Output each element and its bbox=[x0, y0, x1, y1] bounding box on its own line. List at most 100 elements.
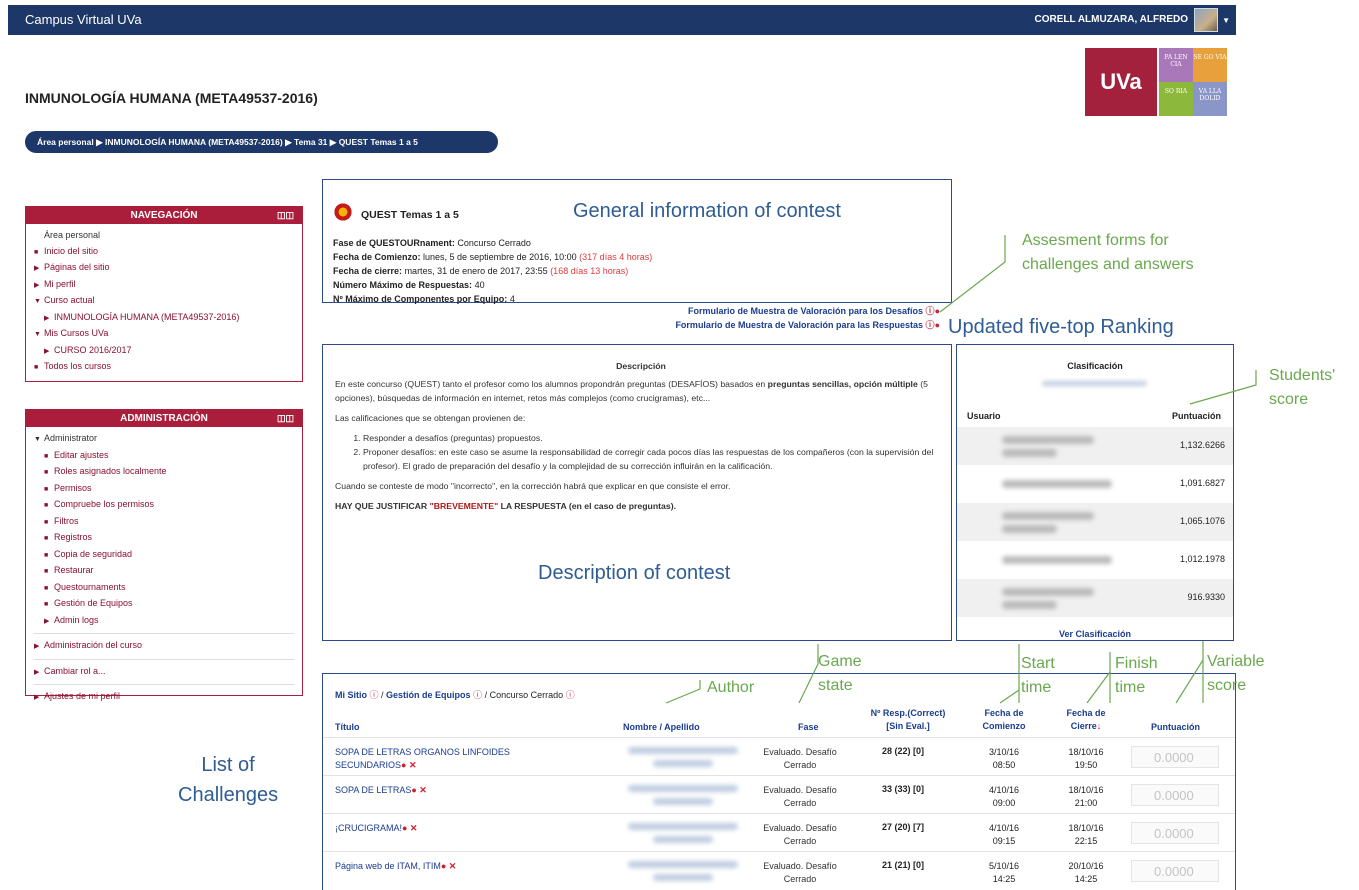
sidebar-item-marker-icon: ■ bbox=[44, 551, 49, 559]
sidebar-item[interactable]: ▶ Ajustes de mi perfil bbox=[34, 684, 294, 706]
col-title[interactable]: Título bbox=[335, 722, 360, 732]
challenge-score-field[interactable]: 0.0000 bbox=[1131, 860, 1219, 882]
ranking-row: 1,065.1076 bbox=[957, 503, 1233, 541]
sidebar-item[interactable]: ■ Gestión de Equipos bbox=[34, 596, 294, 613]
sidebar-item-label: Administrator bbox=[44, 433, 98, 443]
sidebar-item[interactable]: ■ Registros bbox=[34, 530, 294, 547]
sidebar-item[interactable]: ▼ Mis Cursos UVa bbox=[34, 326, 294, 343]
answer-form-link[interactable]: Formulario de Muestra de Valoración para… bbox=[675, 320, 923, 330]
user-name[interactable]: CORELL ALMUZARA, ALFREDO bbox=[1034, 14, 1188, 25]
site-brand-link[interactable]: Campus Virtual UVa bbox=[25, 12, 142, 27]
user-name-blurred bbox=[1002, 436, 1094, 444]
annotation-variable-score: Variable score bbox=[1207, 653, 1265, 694]
col-author[interactable]: Nombre / Apellido bbox=[623, 722, 700, 732]
user-menu-caret-icon[interactable]: ▼ bbox=[1222, 16, 1230, 25]
sidebar-item[interactable]: ■ Restaurar bbox=[34, 563, 294, 580]
sidebar-item[interactable]: ▶ Admin logs bbox=[34, 613, 294, 630]
sidebar-item-marker-icon: ▶ bbox=[44, 347, 50, 355]
help-icon[interactable]: ⓘ bbox=[370, 690, 379, 700]
sidebar-item[interactable]: Área personal bbox=[34, 228, 294, 244]
view-ranking-link[interactable]: Ver Clasificación bbox=[957, 629, 1233, 639]
sidebar-item[interactable]: ■ Copia de seguridad bbox=[34, 547, 294, 564]
sidebar-item[interactable]: ▶ Páginas del sitio bbox=[34, 260, 294, 277]
edit-delete-icons[interactable]: ● ✕ bbox=[402, 823, 417, 833]
contest-info-box: QUEST Temas 1 a 5 Fase de QUESTOURnament… bbox=[322, 179, 952, 304]
team-management-link[interactable]: Gestión de Equipos bbox=[386, 690, 471, 700]
breadcrumb-separator-icon: ▶ bbox=[96, 137, 105, 147]
edit-delete-icons[interactable]: ● ✕ bbox=[401, 760, 416, 770]
sidebar-item[interactable]: ■ Roles asignados localmente bbox=[34, 464, 294, 481]
sidebar-item[interactable]: ▶ Administración del curso bbox=[34, 633, 294, 655]
contest-state: Concurso Cerrado bbox=[489, 690, 564, 700]
author-name-blurred bbox=[628, 823, 738, 830]
sidebar-item[interactable]: ■ Inicio del sitio bbox=[34, 244, 294, 261]
sidebar-item[interactable]: ▶ CURSO 2016/2017 bbox=[34, 343, 294, 360]
sort-down-icon[interactable]: ↓ bbox=[1097, 721, 1102, 731]
sidebar-item[interactable]: ■ Editar ajustes bbox=[34, 448, 294, 465]
challenge-end-date: 18/10/16 22:15 bbox=[1068, 823, 1104, 846]
start-label: Fecha de Comienzo: bbox=[333, 252, 421, 262]
sidebar-item[interactable]: ▼ Administrator bbox=[34, 431, 294, 448]
description-heading: Descripción bbox=[616, 361, 666, 371]
annotation-assessment-forms: Assesment forms for challenges and answe… bbox=[1022, 232, 1194, 273]
challenge-form-link[interactable]: Formulario de Muestra de Valoración para… bbox=[688, 306, 923, 316]
col-score[interactable]: Puntuación bbox=[1151, 722, 1200, 732]
challenge-end-date: 20/10/16 14:25 bbox=[1068, 861, 1104, 884]
challenge-title-link[interactable]: Página web de ITAM, ITIM bbox=[335, 861, 441, 871]
challenge-end-date: 18/10/16 21:00 bbox=[1068, 785, 1104, 808]
sidebar-item[interactable]: ■ Compruebe los permisos bbox=[34, 497, 294, 514]
help-icon[interactable]: ⓘ bbox=[926, 320, 935, 330]
col-start-date[interactable]: Fecha de Comienzo bbox=[979, 707, 1029, 733]
sidebar-item[interactable]: ■ Todos los cursos bbox=[34, 359, 294, 376]
challenge-score-field[interactable]: 0.0000 bbox=[1131, 784, 1219, 806]
col-end-date[interactable]: Fecha de Cierre↓ bbox=[1061, 707, 1111, 733]
block-dock-icon[interactable]: ◫◫ bbox=[277, 410, 294, 427]
my-site-link[interactable]: Mi Sitio bbox=[335, 690, 367, 700]
breadcrumb-topic[interactable]: Tema 31 bbox=[294, 137, 327, 147]
help-icon[interactable]: ⓘ bbox=[473, 690, 482, 700]
help-icon[interactable]: ⓘ bbox=[566, 690, 575, 700]
ranking-score: 1,091.6827 bbox=[1179, 478, 1225, 488]
author-name-blurred bbox=[653, 836, 713, 843]
user-name-blurred bbox=[1002, 525, 1057, 533]
sidebar-item-marker-icon: ▶ bbox=[44, 314, 50, 322]
sidebar-item-label: Todos los cursos bbox=[44, 361, 112, 371]
breadcrumb-course[interactable]: INMUNOLOGÍA HUMANA (META49537-2016) bbox=[105, 137, 283, 147]
challenge-title-link[interactable]: SOPA DE LETRAS bbox=[335, 785, 411, 795]
sidebar-item[interactable]: ■ Permisos bbox=[34, 481, 294, 498]
col-phase[interactable]: Fase bbox=[798, 722, 819, 732]
description-list: Responder a desafíos (preguntas) propues… bbox=[363, 431, 947, 473]
logo-tile-segovia: SE GO VIA bbox=[1193, 48, 1227, 82]
sidebar-item-label: Gestión de Equipos bbox=[54, 598, 133, 608]
view-icon[interactable]: ● bbox=[935, 306, 940, 316]
col-responses[interactable]: Nº Resp.(Correct) [Sin Eval.] bbox=[868, 707, 948, 733]
edit-delete-icons[interactable]: ● ✕ bbox=[441, 861, 456, 871]
challenge-title-link[interactable]: SOPA DE LETRAS ORGANOS LINFOIDES SECUNDA… bbox=[335, 747, 510, 770]
sidebar-item[interactable]: ■ Filtros bbox=[34, 514, 294, 531]
sidebar-item[interactable]: ▶ INMUNOLOGÍA HUMANA (META49537-2016) bbox=[34, 310, 294, 327]
sidebar-item[interactable]: ■ Questournaments bbox=[34, 580, 294, 597]
user-avatar[interactable] bbox=[1194, 8, 1218, 32]
sidebar-item-label: Administración del curso bbox=[44, 640, 143, 650]
sidebar-item[interactable]: ▶ Cambiar rol a... bbox=[34, 658, 294, 681]
challenge-title-link[interactable]: ¡CRUCIGRAMA! bbox=[335, 823, 402, 833]
author-name-blurred bbox=[653, 760, 713, 767]
view-icon[interactable]: ● bbox=[935, 320, 940, 330]
sidebar-item-marker-icon: ▼ bbox=[34, 331, 41, 338]
edit-delete-icons[interactable]: ● ✕ bbox=[411, 785, 426, 795]
annotation-ranking: Updated five-top Ranking bbox=[948, 316, 1174, 338]
sidebar-item-marker-icon: ▼ bbox=[34, 436, 41, 443]
block-dock-icon[interactable]: ◫◫ bbox=[277, 207, 294, 224]
breadcrumb-home[interactable]: Área personal bbox=[37, 137, 94, 147]
annotation-start-time: Start time bbox=[1021, 655, 1055, 696]
challenge-end-date: 18/10/16 19:50 bbox=[1068, 747, 1104, 770]
help-icon[interactable]: ⓘ bbox=[926, 306, 935, 316]
description-paragraph: Las calificaciones que se obtengan provi… bbox=[335, 413, 526, 423]
logo-tile-valladolid: VA LLA DOLID bbox=[1193, 82, 1227, 116]
sidebar-item-label: Roles asignados localmente bbox=[54, 466, 167, 476]
user-name-blurred bbox=[1002, 601, 1057, 609]
challenge-score-field[interactable]: 0.0000 bbox=[1131, 746, 1219, 768]
sidebar-item[interactable]: ▶ Mi perfil bbox=[34, 277, 294, 294]
challenge-score-field[interactable]: 0.0000 bbox=[1131, 822, 1219, 844]
sidebar-item[interactable]: ▼ Curso actual bbox=[34, 293, 294, 310]
